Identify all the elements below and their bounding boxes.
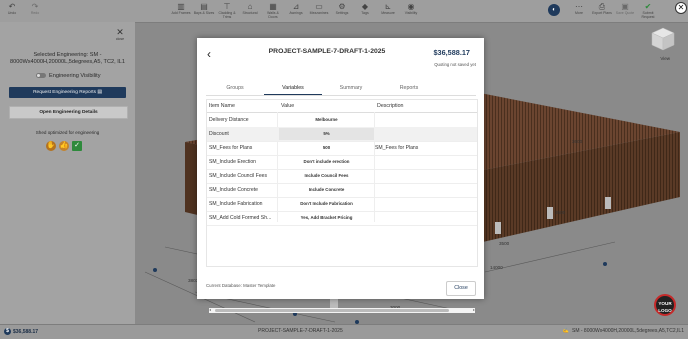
back-arrow-icon[interactable]: ‹ bbox=[207, 48, 211, 60]
frame-icon: ▥ bbox=[177, 2, 185, 11]
table-row[interactable]: SM_Add Cold Formed Sh... Yes, Add Bracket… bbox=[207, 211, 477, 226]
engineering-visibility-toggle[interactable]: Engineering Visibility bbox=[36, 73, 101, 79]
cladding-trims-button[interactable]: ⊤ Cladding & Trims bbox=[216, 2, 238, 20]
engineering-panel: ✕ close Selected Engineering: SM - 8000W… bbox=[0, 22, 135, 324]
status-engineering[interactable]: ✍ SM - 8000Wx4000H,20000L,5degrees,A5,TC2… bbox=[563, 328, 684, 334]
table-row[interactable]: SM_Include Erection Don't include erectio… bbox=[207, 155, 477, 170]
view-label: View bbox=[660, 56, 670, 61]
structural-button[interactable]: ⌂ Structural bbox=[239, 2, 261, 20]
submit-request-button[interactable]: ✔ Submit Request bbox=[637, 2, 659, 20]
tab-variables[interactable]: Variables bbox=[264, 82, 322, 95]
document-icon: ▤ bbox=[97, 90, 102, 95]
dialog-title: PROJECT-SAMPLE-7-DRAFT-1-2025 bbox=[268, 48, 386, 55]
settings-button[interactable]: ⚙ Settings bbox=[331, 2, 353, 20]
table-row[interactable]: SM_Include Fabrication Don't Include Fabr… bbox=[207, 197, 477, 212]
scroll-left-icon[interactable]: ◂ bbox=[209, 307, 211, 312]
quote-variables-dialog: ‹ PROJECT-SAMPLE-7-DRAFT-1-2025 $36,588.… bbox=[197, 38, 484, 313]
shed-optimized-text: Shed optimized for engineering bbox=[35, 130, 100, 135]
company-logo: YOUR LOGO bbox=[654, 294, 676, 316]
horizontal-scrollbar[interactable]: ◂ ▸ bbox=[209, 307, 475, 313]
structural-icon: ⌂ bbox=[247, 2, 253, 11]
awnings-button[interactable]: ⊿ Awnings bbox=[285, 2, 307, 20]
walls-doors-button[interactable]: ▦ Walls & Doors bbox=[262, 2, 284, 20]
app-window: ↶ Undo ↷ Redo ▥ Add Frames ▤ Bays & Sizes ⊤ C… bbox=[0, 0, 688, 339]
status-project-name: PROJECT-SAMPLE-7-DRAFT-1-2025 bbox=[258, 328, 343, 334]
bays-icon: ▤ bbox=[200, 2, 208, 11]
variables-table: Item Name Value Description Delivery Dis… bbox=[206, 99, 478, 313]
undo-icon: ↶ bbox=[8, 2, 16, 11]
status-bar: $ $36,588.17 PROJECT-SAMPLE-7-DRAFT-1-202… bbox=[0, 324, 688, 339]
check-icon: ✔ bbox=[644, 2, 652, 11]
dialog-price: $36,588.17 bbox=[433, 48, 470, 57]
mezzanines-button[interactable]: ▭ Mezzanines bbox=[308, 2, 330, 20]
awnings-icon: ⊿ bbox=[292, 2, 300, 11]
mezzanine-icon: ▭ bbox=[315, 2, 323, 11]
engineering-badges: ✋ 👍 ✓ bbox=[46, 141, 85, 151]
close-icon: ✕ bbox=[116, 27, 124, 37]
save-quote-button[interactable]: ▣ Save Quote bbox=[614, 2, 636, 20]
quote-status: Quoting not saved yet bbox=[434, 62, 476, 67]
walls-icon: ▦ bbox=[269, 2, 277, 11]
toggle-switch[interactable] bbox=[36, 73, 46, 79]
more-icon: ⋯ bbox=[575, 2, 583, 11]
tag-icon: ◆ bbox=[361, 2, 369, 11]
add-frames-button[interactable]: ▥ Add Frames bbox=[170, 2, 192, 20]
close-button[interactable]: Close bbox=[446, 281, 476, 296]
thumb-badge-icon: 👍 bbox=[59, 141, 69, 151]
dollar-icon: $ bbox=[4, 328, 11, 335]
export-plans-button[interactable]: ⎙ Export Plans bbox=[591, 2, 613, 20]
tab-reports[interactable]: Reports bbox=[380, 82, 438, 94]
close-icon[interactable]: ✕ bbox=[675, 2, 687, 14]
request-reports-button[interactable]: Request Engineering Reports ▤ bbox=[9, 87, 126, 98]
view-cube-icon[interactable] bbox=[650, 26, 676, 52]
user-icon: ◐ bbox=[548, 4, 560, 16]
cladding-icon: ⊤ bbox=[223, 2, 231, 11]
top-toolbar: ↶ Undo ↷ Redo ▥ Add Frames ▤ Bays & Sizes ⊤ C… bbox=[0, 0, 688, 23]
table-header: Item Name Value Description bbox=[207, 100, 477, 113]
status-price[interactable]: $ $36,588.17 bbox=[4, 328, 38, 335]
engineer-badge-icon: ✋ bbox=[46, 141, 56, 151]
current-database-text: Current Database: Master Template bbox=[206, 283, 276, 288]
undo-button[interactable]: ↶ Undo bbox=[1, 2, 23, 20]
eye-icon: ◉ bbox=[407, 2, 415, 11]
tags-button[interactable]: ◆ Tags bbox=[354, 2, 376, 20]
dimension-label: 3600 bbox=[572, 139, 583, 144]
check-badge-icon: ✓ bbox=[72, 141, 82, 151]
dimension-label: 14000 bbox=[490, 265, 503, 270]
tab-groups[interactable]: Groups bbox=[206, 82, 264, 94]
open-engineering-details-button[interactable]: Open Engineering Details bbox=[9, 106, 128, 119]
table-row[interactable]: Discount 5% bbox=[207, 127, 477, 142]
redo-button[interactable]: ↷ Redo bbox=[24, 2, 46, 20]
print-icon: ⎙ bbox=[598, 2, 606, 11]
column-header-item-name[interactable]: Item Name bbox=[209, 100, 235, 112]
redo-icon: ↷ bbox=[31, 2, 39, 11]
tab-summary[interactable]: Summary bbox=[322, 82, 380, 94]
panel-close-button[interactable]: ✕ close bbox=[113, 27, 127, 42]
save-icon: ▣ bbox=[621, 2, 629, 11]
scroll-right-icon[interactable]: ▸ bbox=[473, 307, 475, 312]
engineering-icon: ✍ bbox=[562, 328, 569, 334]
table-row[interactable]: SM_Fees for Plans 500 SM_Fees for Plans bbox=[207, 141, 477, 156]
bays-sizes-button[interactable]: ▤ Bays & Sizes bbox=[193, 2, 215, 20]
column-header-description[interactable]: Description bbox=[377, 100, 404, 112]
table-row[interactable]: Delivery Distance Melbourne bbox=[207, 113, 477, 128]
visibility-button[interactable]: ◉ Visibility bbox=[400, 2, 422, 20]
dimension-label: 3500 bbox=[499, 241, 510, 246]
dimension-label: 3500 bbox=[555, 210, 566, 215]
measure-button[interactable]: ⊾ Measure bbox=[377, 2, 399, 20]
scrollbar-thumb[interactable] bbox=[215, 309, 449, 312]
avatar[interactable]: ◐ bbox=[545, 2, 563, 20]
settings-icon: ⚙ bbox=[338, 2, 346, 11]
table-row[interactable]: SM_Include Council Fees Include Council F… bbox=[207, 169, 477, 184]
selected-engineering-text: Selected Engineering: SM - 8000Wx4000H,2… bbox=[10, 52, 125, 65]
dialog-tabs: Groups Variables Summary Reports bbox=[206, 82, 476, 96]
table-row[interactable]: SM_Include Concrete Include Concrete bbox=[207, 183, 477, 198]
measure-icon: ⊾ bbox=[384, 2, 392, 11]
more-button[interactable]: ⋯ More bbox=[568, 2, 590, 20]
column-header-value[interactable]: Value bbox=[281, 100, 294, 112]
